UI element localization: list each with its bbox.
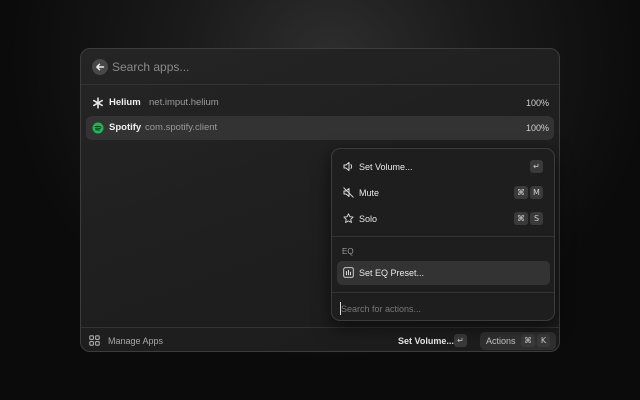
- k-key: K: [537, 334, 550, 347]
- menu-item-solo[interactable]: Solo ⌘ S: [337, 207, 550, 231]
- footer-bar: Manage Apps Set Volume... ↵ Actions ⌘ K: [81, 327, 559, 351]
- menu-item-label: Set Volume...: [359, 162, 413, 172]
- spotify-icon: [92, 122, 104, 134]
- app-row-helium[interactable]: Helium net.imput.helium 100%: [86, 91, 554, 115]
- menu-divider: [332, 236, 554, 237]
- grid-icon[interactable]: [89, 335, 100, 346]
- app-volume: 100%: [525, 98, 549, 108]
- search-input[interactable]: Search apps...: [112, 59, 189, 75]
- menu-item-label: Set EQ Preset...: [359, 268, 425, 278]
- speaker-icon: [343, 162, 353, 171]
- equalizer-icon: [343, 267, 354, 278]
- actions-search-input[interactable]: Search for actions...: [341, 303, 421, 315]
- search-bar: Search apps...: [81, 49, 559, 85]
- s-key: S: [530, 212, 543, 225]
- menu-section-eq: EQ: [342, 247, 354, 256]
- menu-item-set-eq-preset[interactable]: Set EQ Preset...: [337, 261, 550, 285]
- menu-item-label: Solo: [359, 214, 378, 224]
- menu-divider: [332, 292, 554, 293]
- command-key-icon: ⌘: [521, 334, 535, 347]
- back-button[interactable]: [92, 59, 108, 75]
- menu-item-set-volume[interactable]: Set Volume... ↵: [337, 155, 550, 179]
- actions-button[interactable]: Actions ⌘ K: [480, 332, 556, 350]
- app-row-spotify[interactable]: Spotify com.spotify.client 100%: [86, 116, 554, 140]
- command-key-icon: ⌘: [514, 186, 528, 199]
- primary-action-button[interactable]: Set Volume...: [398, 335, 454, 347]
- return-key-icon: ↵: [530, 160, 543, 173]
- app-bundle-id: com.spotify.client: [145, 122, 218, 133]
- helium-icon: [92, 97, 103, 109]
- menu-item-mute[interactable]: Mute ⌘ M: [337, 181, 550, 205]
- actions-menu: Set Volume... ↵ Mute ⌘ M Solo ⌘ S EQ Set…: [331, 148, 555, 321]
- app-volume: 100%: [525, 123, 549, 133]
- actions-label: Actions: [486, 336, 516, 346]
- menu-item-label: Mute: [359, 188, 380, 198]
- app-bundle-id: net.imput.helium: [149, 97, 219, 108]
- app-name: Helium: [109, 97, 141, 108]
- command-key-icon: ⌘: [514, 212, 528, 225]
- manage-apps-button[interactable]: Manage Apps: [108, 335, 163, 347]
- speaker-mute-icon: [343, 187, 354, 198]
- arrow-left-icon: [96, 63, 105, 71]
- app-name: Spotify: [109, 122, 142, 133]
- m-key: M: [530, 186, 543, 199]
- return-key-icon: ↵: [454, 334, 467, 347]
- star-icon: [343, 213, 354, 223]
